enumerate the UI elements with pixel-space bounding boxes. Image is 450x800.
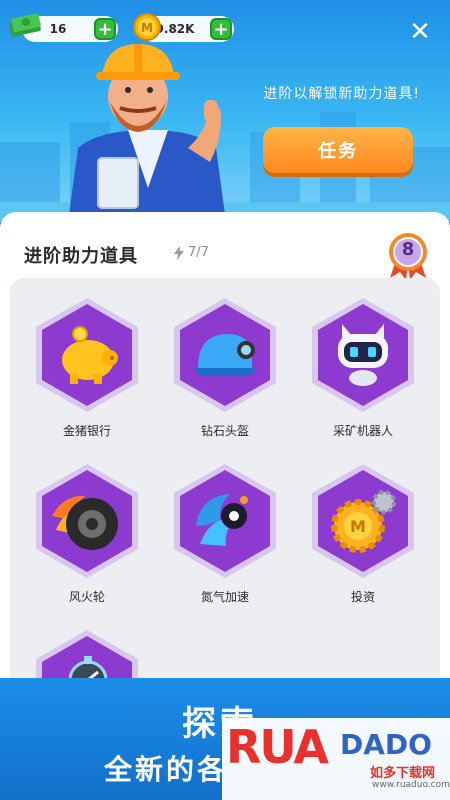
svg-text:M: M bbox=[141, 21, 153, 35]
unlock-prompt: 进阶以解锁新助力道具! bbox=[263, 86, 420, 102]
boosters-grid: 金猪银行 钻石头盔 采矿机器人 风火轮 氮气加速 M 投资 bbox=[10, 278, 440, 744]
hero-header: 16 + M 9.82K + ✕ 进阶以解锁新助力道具! 任务 bbox=[0, 0, 450, 222]
level-badge: 8 bbox=[386, 230, 430, 280]
charges-indicator: 7/7 bbox=[174, 245, 209, 260]
add-cash-button[interactable]: + bbox=[94, 18, 116, 40]
banner-subline: 全新的各 bbox=[104, 753, 229, 786]
booster-mining-robot[interactable]: 采矿机器人 bbox=[308, 296, 418, 446]
flame-wheel-icon bbox=[52, 495, 118, 550]
task-button[interactable]: 任务 bbox=[263, 127, 413, 173]
site-watermark: RUA DADO 如多下载网 www.ruaduo.com bbox=[222, 718, 450, 800]
cash-stack-icon bbox=[9, 13, 41, 37]
booster-label: 采矿机器人 bbox=[332, 424, 393, 438]
watermark-url: www.ruaduo.com bbox=[372, 780, 450, 790]
booster-label: 风火轮 bbox=[68, 590, 105, 604]
panel-title: 进阶助力道具 bbox=[24, 246, 138, 267]
close-button[interactable]: ✕ bbox=[408, 19, 432, 45]
level-value: 8 bbox=[401, 239, 415, 260]
charges-value: 7/7 bbox=[188, 245, 209, 260]
mining-robot-icon bbox=[338, 324, 388, 386]
svg-text:M: M bbox=[350, 517, 366, 536]
watermark-logo-suffix: DADO bbox=[340, 728, 432, 761]
booster-label: 金猪银行 bbox=[62, 424, 111, 438]
add-coins-button[interactable]: + bbox=[210, 18, 232, 40]
booster-flame-wheel[interactable]: 风火轮 bbox=[32, 462, 142, 612]
booster-drill-helmet[interactable]: 钻石头盔 bbox=[170, 296, 280, 446]
foreman-character bbox=[68, 44, 226, 222]
booster-label: 氮气加速 bbox=[200, 590, 249, 604]
watermark-logo: RUA bbox=[226, 720, 329, 774]
booster-nitro[interactable]: 氮气加速 bbox=[170, 462, 280, 612]
nitro-boost-icon bbox=[196, 494, 248, 546]
lightning-icon bbox=[174, 245, 184, 260]
piggy-bank-icon bbox=[62, 326, 118, 384]
drill-helmet-icon bbox=[194, 334, 256, 376]
booster-label: 钻石头盔 bbox=[200, 424, 249, 438]
booster-investment[interactable]: M 投资 bbox=[308, 462, 418, 612]
investment-gear-icon: M bbox=[331, 490, 396, 553]
booster-label: 投资 bbox=[350, 590, 375, 604]
watermark-site-name: 如多下载网 bbox=[370, 766, 436, 781]
booster-piggy-bank[interactable]: 金猪银行 bbox=[32, 296, 142, 446]
